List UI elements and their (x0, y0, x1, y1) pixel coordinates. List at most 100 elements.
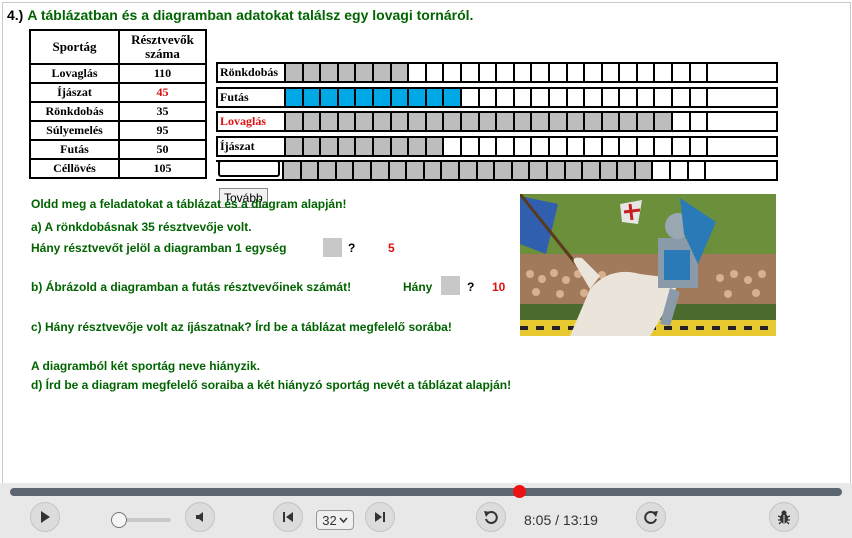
diagram-cells[interactable] (286, 113, 726, 130)
diagram-cell[interactable] (547, 162, 566, 179)
diagram-cell[interactable] (635, 162, 654, 179)
diagram-cell[interactable] (691, 88, 709, 106)
diagram-cell[interactable] (532, 137, 550, 155)
diagram-cell[interactable] (568, 88, 586, 106)
ijaszat-count-cell[interactable]: 45 (118, 82, 207, 103)
diagram-cell[interactable] (461, 113, 480, 130)
diagram-cell[interactable] (549, 113, 568, 130)
diagram-cell[interactable] (427, 64, 445, 81)
refresh-button[interactable] (636, 502, 666, 532)
speed-select[interactable]: 32 (316, 510, 354, 530)
diagram-cell[interactable] (603, 64, 621, 81)
diagram-cell[interactable] (389, 162, 408, 179)
diagram-cell[interactable] (532, 64, 550, 81)
diagram-cell[interactable] (477, 162, 496, 179)
diagram-cell[interactable] (655, 137, 674, 155)
mute-button[interactable] (185, 502, 215, 532)
diagram-cell[interactable] (356, 64, 374, 81)
diagram-cell[interactable] (532, 88, 550, 106)
diagram-cell[interactable] (550, 64, 568, 81)
diagram-cell[interactable] (444, 113, 462, 130)
diagram-cell[interactable] (286, 137, 304, 155)
diagram-cell[interactable] (444, 137, 462, 155)
diagram-cell[interactable] (567, 113, 586, 130)
diagram-cell[interactable] (301, 162, 320, 179)
diagram-cell[interactable] (655, 64, 674, 81)
diagram-cell[interactable] (708, 113, 726, 130)
diagram-cell[interactable] (424, 162, 443, 179)
volume-knob[interactable] (111, 512, 127, 528)
diagram-cell[interactable] (585, 88, 603, 106)
diagram-cell[interactable] (373, 113, 392, 130)
diagram-cell[interactable] (480, 88, 498, 106)
diagram-cell[interactable] (409, 64, 427, 81)
diagram-cell[interactable] (391, 64, 410, 81)
diagram-cell[interactable] (620, 64, 638, 81)
diagram-cell[interactable] (497, 64, 515, 81)
diagram-cell[interactable] (286, 64, 304, 81)
diagram-cell[interactable] (497, 88, 515, 106)
diagram-cell[interactable] (409, 88, 427, 106)
diagram-cell[interactable] (620, 113, 638, 130)
missing-sport-input[interactable] (218, 160, 280, 177)
diagram-cell[interactable] (444, 64, 462, 81)
diagram-cell[interactable] (495, 162, 513, 179)
diagram-cell[interactable] (673, 64, 691, 81)
diagram-cell[interactable] (620, 137, 638, 155)
skip-back-button[interactable] (273, 502, 303, 532)
diagram-cell[interactable] (603, 88, 621, 106)
diagram-cell[interactable] (303, 113, 322, 130)
diagram-cell[interactable] (321, 88, 339, 106)
diagram-cell[interactable] (515, 137, 533, 155)
diagram-cell[interactable] (462, 88, 480, 106)
diagram-cell[interactable] (479, 113, 498, 130)
answer-b-input[interactable] (441, 276, 460, 295)
diagram-cell[interactable] (708, 89, 726, 106)
diagram-cell[interactable] (585, 113, 603, 130)
diagram-cell[interactable] (568, 64, 586, 81)
diagram-cell[interactable] (462, 137, 480, 155)
diagram-cell[interactable] (532, 113, 550, 130)
diagram-cell[interactable] (708, 64, 726, 81)
diagram-cell[interactable] (321, 137, 339, 155)
diagram-cell[interactable] (462, 64, 480, 81)
diagram-cell[interactable] (585, 64, 603, 81)
diagram-cell[interactable] (638, 137, 656, 155)
diagram-cell[interactable] (356, 88, 374, 106)
diagram-cell[interactable] (497, 113, 515, 130)
diagram-cell[interactable] (303, 64, 322, 81)
diagram-cell[interactable] (671, 162, 689, 179)
skip-forward-button[interactable] (365, 502, 395, 532)
diagram-cell[interactable] (708, 138, 726, 155)
diagram-cell[interactable] (673, 113, 691, 130)
diagram-cell[interactable] (515, 88, 533, 106)
diagram-cell[interactable] (338, 137, 357, 155)
diagram-cell[interactable] (426, 113, 445, 130)
diagram-cell[interactable] (373, 64, 392, 81)
diagram-cell[interactable] (303, 88, 322, 106)
diagram-cell[interactable] (284, 162, 302, 179)
diagram-cell[interactable] (373, 137, 392, 155)
diagram-cell[interactable] (673, 88, 691, 106)
diagram-cell[interactable] (356, 137, 374, 155)
diagram-cell[interactable] (568, 137, 586, 155)
diagram-cell[interactable] (691, 137, 709, 155)
diagram-cell[interactable] (600, 162, 619, 179)
diagram-cells[interactable] (286, 137, 726, 155)
diagram-cell[interactable] (426, 88, 445, 106)
diagram-cell[interactable] (691, 113, 709, 130)
diagram-cell[interactable] (407, 162, 425, 179)
diagram-cell[interactable] (550, 88, 568, 106)
diagram-cell[interactable] (409, 137, 427, 155)
answer-a-input[interactable] (323, 238, 342, 257)
diagram-cell[interactable] (689, 162, 707, 179)
diagram-cell[interactable] (706, 162, 724, 179)
diagram-cell[interactable] (286, 88, 304, 106)
diagram-cell[interactable] (603, 137, 621, 155)
diagram-cell[interactable] (515, 64, 533, 81)
diagram-cell[interactable] (338, 113, 357, 130)
diagram-cell[interactable] (550, 137, 568, 155)
diagram-cell[interactable] (638, 64, 656, 81)
diagram-cell[interactable] (303, 137, 322, 155)
diagram-cell[interactable] (286, 113, 304, 130)
